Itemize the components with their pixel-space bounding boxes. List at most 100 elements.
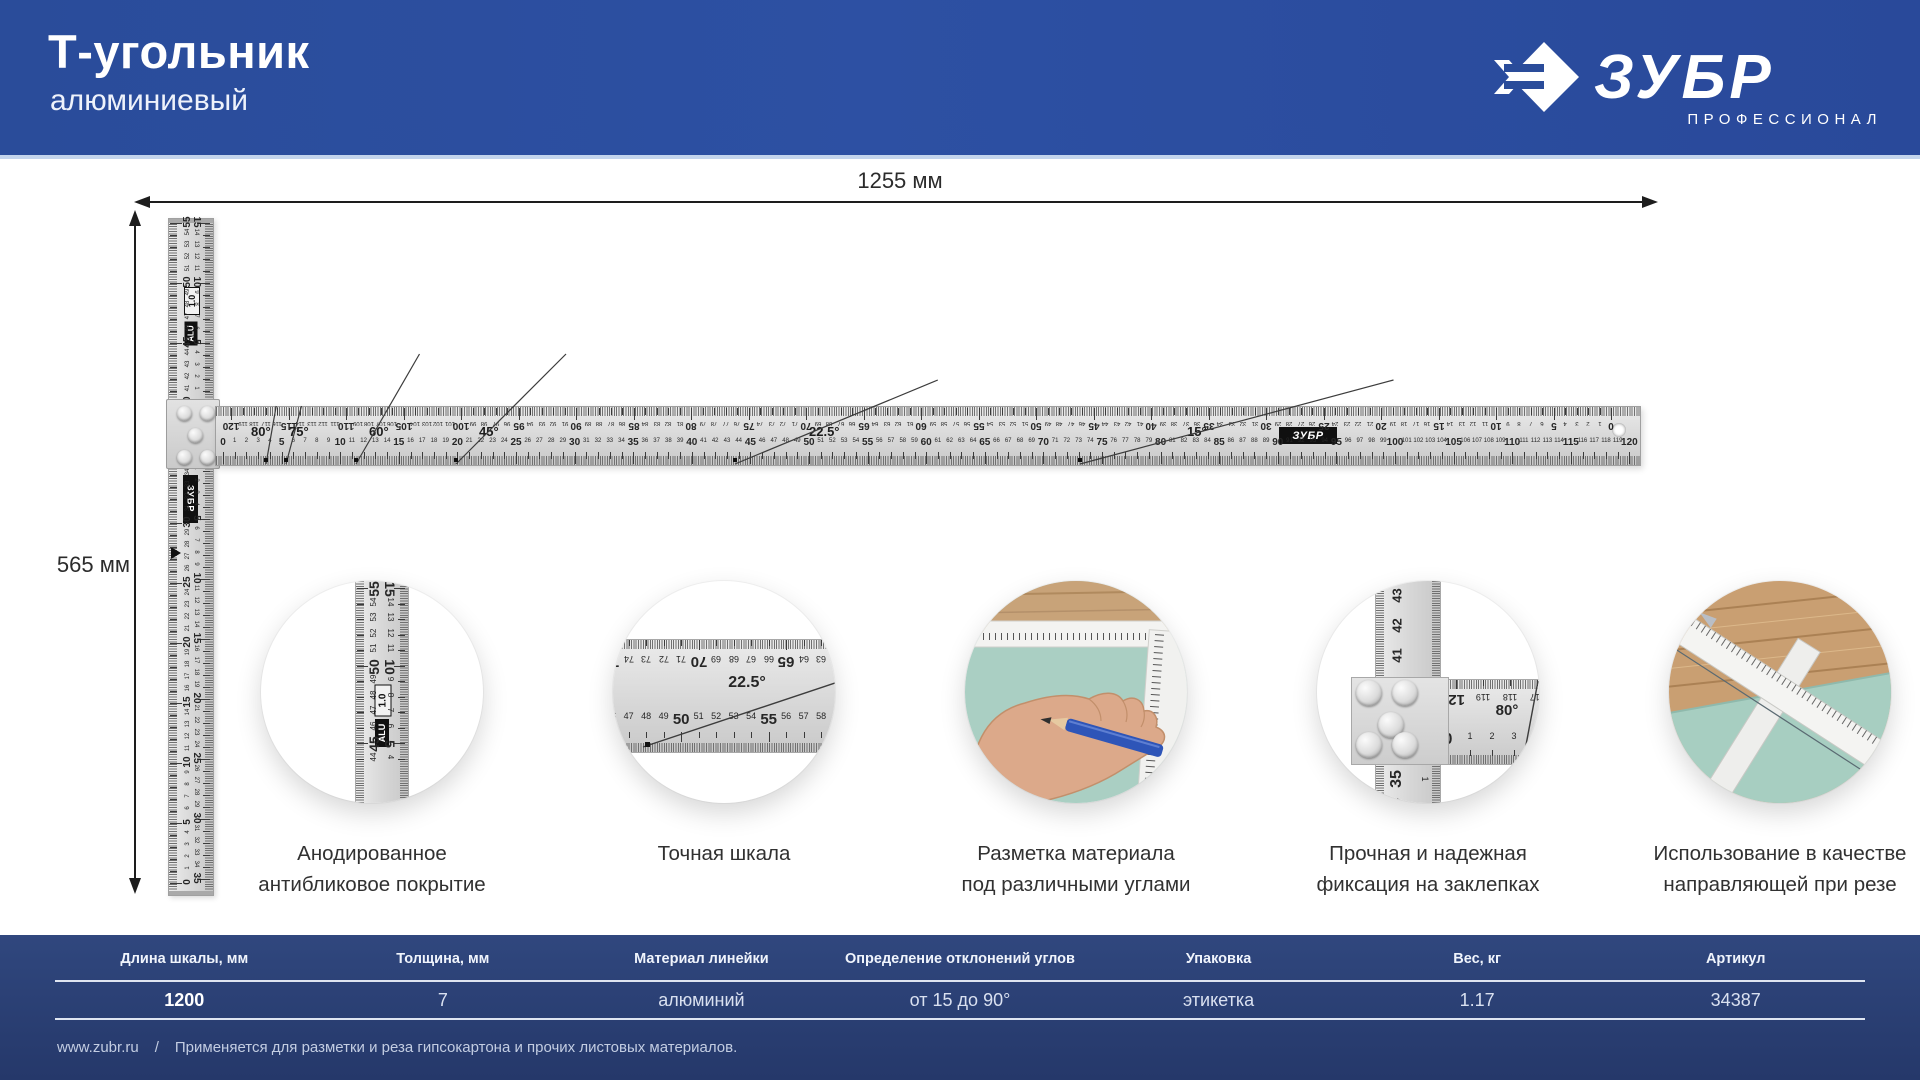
- feature-caption-line: направляющей при резе: [1663, 873, 1896, 896]
- ruler-tick: [170, 571, 177, 572]
- ruler-tick: [170, 307, 177, 308]
- height-dimension-line: [134, 224, 136, 880]
- ruler-tick: [357, 619, 364, 620]
- footer-divider: /: [155, 1039, 159, 1056]
- ruler-tick: [203, 627, 210, 628]
- ruler-tick: [170, 559, 177, 560]
- feature-caption-line: антибликовое покрытие: [258, 873, 485, 896]
- ruler-mm-ticks: [205, 219, 213, 895]
- ruler-tick: [357, 728, 364, 729]
- ruler-tick: [203, 687, 210, 688]
- ruler-tick: [170, 367, 177, 368]
- ruler-tick: [203, 235, 210, 236]
- ruler-tick: [170, 811, 177, 812]
- spec-header: Артикул: [1606, 951, 1865, 973]
- spec-value: алюминий: [572, 990, 831, 1012]
- ruler-tick: [170, 475, 177, 476]
- spec-value: этикетка: [1089, 990, 1348, 1012]
- feature-caption-line: фиксация на заклепках: [1316, 873, 1539, 896]
- ruler-tick: [170, 499, 177, 500]
- ruler-tick: [170, 247, 177, 248]
- spec-value: 34387: [1606, 990, 1865, 1012]
- ruler-tick: [170, 727, 177, 728]
- ruler-tick: [170, 331, 177, 332]
- ruler-tick: [357, 635, 364, 636]
- ruler-tick: [357, 759, 364, 760]
- rivet: [200, 406, 215, 421]
- feature-caption-line: Анодированное: [297, 842, 447, 865]
- rivet: [200, 450, 215, 465]
- ruler-tick: [203, 367, 210, 368]
- spec-header: Упаковка: [1089, 951, 1348, 973]
- ruler-tick: [203, 831, 210, 832]
- ruler-tick: [203, 663, 210, 664]
- angle-line-origin: [454, 458, 458, 462]
- ruler-tick: [203, 555, 210, 556]
- ruler-tick: [203, 795, 210, 796]
- feature-caption-line: Прочная и надежная: [1329, 842, 1527, 865]
- feature-caption-line: Точная шкала: [658, 842, 791, 865]
- ruler-tick: [203, 807, 210, 808]
- ruler-tick: [170, 679, 177, 680]
- ruler-tick: [170, 547, 177, 548]
- ruler-tick: [203, 247, 210, 248]
- ruler-tick: [398, 697, 405, 698]
- footer-site-link[interactable]: www.zubr.ru: [57, 1039, 139, 1056]
- angle-line: [266, 406, 276, 464]
- ruler-number: 51: [370, 639, 378, 657]
- spec-header: Толщина, мм: [314, 951, 573, 973]
- brand-name: ЗУБР: [1594, 43, 1775, 112]
- spec-header: Материал линейки: [572, 951, 831, 973]
- ruler-tick: [203, 675, 210, 676]
- ruler-tick: [170, 883, 182, 884]
- ruler-tick: [170, 859, 177, 860]
- ruler-tick: [398, 650, 405, 651]
- ruler-tick: [170, 631, 177, 632]
- footer: www.zubr.ru / Применяется для разметки и…: [57, 1039, 737, 1056]
- ruler-tick: [170, 871, 177, 872]
- ruler-tick: [170, 391, 177, 392]
- ruler-tick: [398, 712, 405, 713]
- ruler-number: 6: [386, 717, 394, 735]
- feature-circle-marking-photo: [965, 581, 1187, 803]
- index-mark-icon: [171, 547, 181, 559]
- angle-line: [356, 354, 420, 464]
- ruler-tick: [398, 728, 405, 729]
- spec-header: Длина шкалы, мм: [55, 951, 314, 973]
- ruler-tick: [398, 619, 405, 620]
- ruler-tick: [357, 681, 364, 682]
- ruler-tick: [203, 723, 210, 724]
- angle-line: [1317, 581, 1539, 803]
- angle-line-origin: [1078, 458, 1082, 462]
- angle-line-origin: [733, 458, 737, 462]
- ruler-tick: [170, 775, 177, 776]
- guide-photo-illustration: [1669, 581, 1891, 803]
- ruler-tick: [203, 483, 210, 484]
- ruler-tick: [203, 567, 210, 568]
- ruler-tick: [203, 379, 210, 380]
- feature-caption-line: Разметка материала: [977, 842, 1175, 865]
- table-divider: [55, 980, 1865, 982]
- ruler-tick: [170, 691, 177, 692]
- angle-line: [1080, 380, 1394, 464]
- feature-caption-line: Использование в качестве: [1654, 842, 1907, 865]
- ruler-tick: [170, 295, 177, 296]
- ruler-tick: [170, 847, 177, 848]
- spec-value: 1200: [55, 990, 314, 1012]
- ruler-tick: [170, 235, 177, 236]
- ruler-tick: [170, 523, 182, 524]
- ruler-tick: [203, 603, 210, 604]
- angle-label: 22.5°: [717, 675, 777, 691]
- ruler-tick: [357, 604, 364, 605]
- ruler-tick: [203, 319, 210, 320]
- ruler-tick: [170, 799, 177, 800]
- feature-caption: Разметка материала под различными углами: [896, 838, 1256, 900]
- table-divider: [55, 1018, 1865, 1020]
- ruler-tick: [170, 763, 182, 764]
- page-title: Т-угольник: [48, 24, 310, 79]
- ruler-tick: [203, 783, 210, 784]
- ruler-tick: [170, 787, 177, 788]
- ruler-number: 11: [386, 639, 394, 657]
- ruler-number: 44: [370, 748, 378, 766]
- ruler-tick: [203, 391, 210, 392]
